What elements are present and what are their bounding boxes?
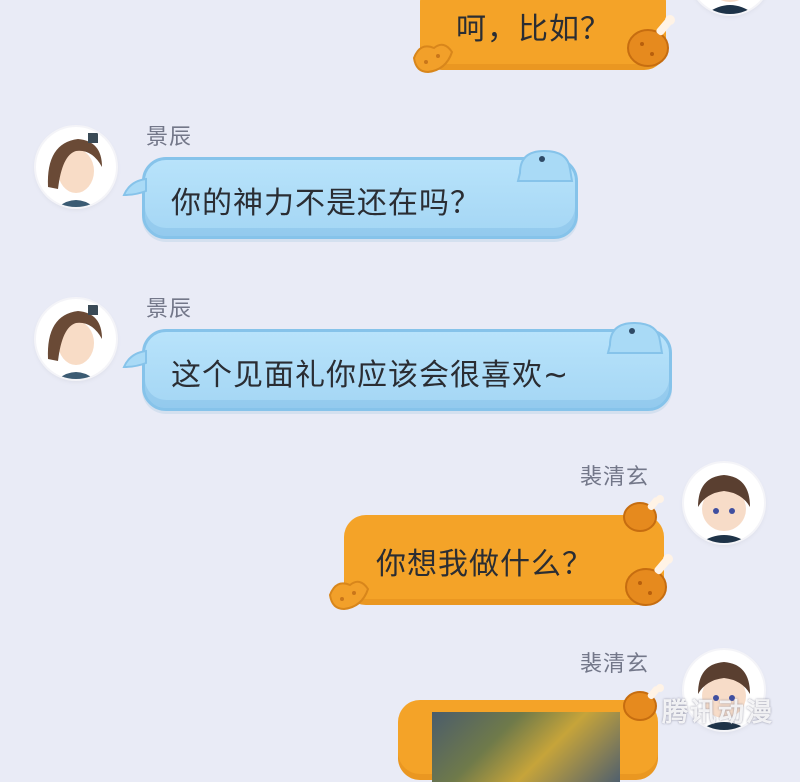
sender-name: 景辰 [146, 297, 193, 322]
sender-name: 景辰 [146, 125, 193, 150]
bubble-tail-icon [326, 575, 372, 615]
drumstick-icon [620, 493, 670, 537]
message-text: 你的神力不是还在吗？ [171, 186, 481, 221]
message-row: 景辰 你的神力不是还在吗？ [0, 115, 800, 245]
chat-bubble[interactable]: 你想我做什么？ [344, 515, 664, 605]
sender-name: 裴清玄 [580, 465, 650, 490]
sender-name: 裴清玄 [580, 652, 650, 677]
bubble-tail-icon [122, 347, 148, 373]
message-text: 这个见面礼你应该会很喜欢~ [171, 358, 570, 393]
avatar-pei-qingxuan-icon [698, 475, 750, 543]
chat-bubble[interactable]: 这个见面礼你应该会很喜欢~ [142, 329, 672, 411]
avatar[interactable] [684, 463, 764, 543]
bubble-tail-icon [410, 38, 456, 78]
avatar[interactable] [36, 299, 116, 379]
avatar[interactable] [36, 127, 116, 207]
image-attachment[interactable] [432, 712, 620, 782]
chat-bubble[interactable] [398, 700, 658, 782]
message-text: 呵，比如？ [456, 12, 611, 47]
avatar-jing-chen-icon [47, 305, 102, 379]
drumstick-icon [622, 551, 678, 611]
whale-icon [604, 315, 664, 355]
message-row: 景辰 这个见面礼你应该会很喜欢~ [0, 287, 800, 417]
avatar-pei-qingxuan-icon [706, 0, 754, 14]
whale-icon [514, 143, 574, 183]
watermark: 腾讯动漫 [662, 698, 775, 728]
message-row: 呵，比如？ [0, 0, 800, 90]
message-text: 你想我做什么？ [376, 547, 593, 582]
avatar-jing-chen-icon [47, 133, 102, 207]
chat-bubble[interactable]: 你的神力不是还在吗？ [142, 157, 578, 239]
drumstick-icon [624, 12, 680, 72]
message-row: 裴清玄 你想我做什么？ [0, 455, 800, 625]
bubble-tail-icon [122, 175, 148, 201]
avatar[interactable] [690, 0, 770, 14]
